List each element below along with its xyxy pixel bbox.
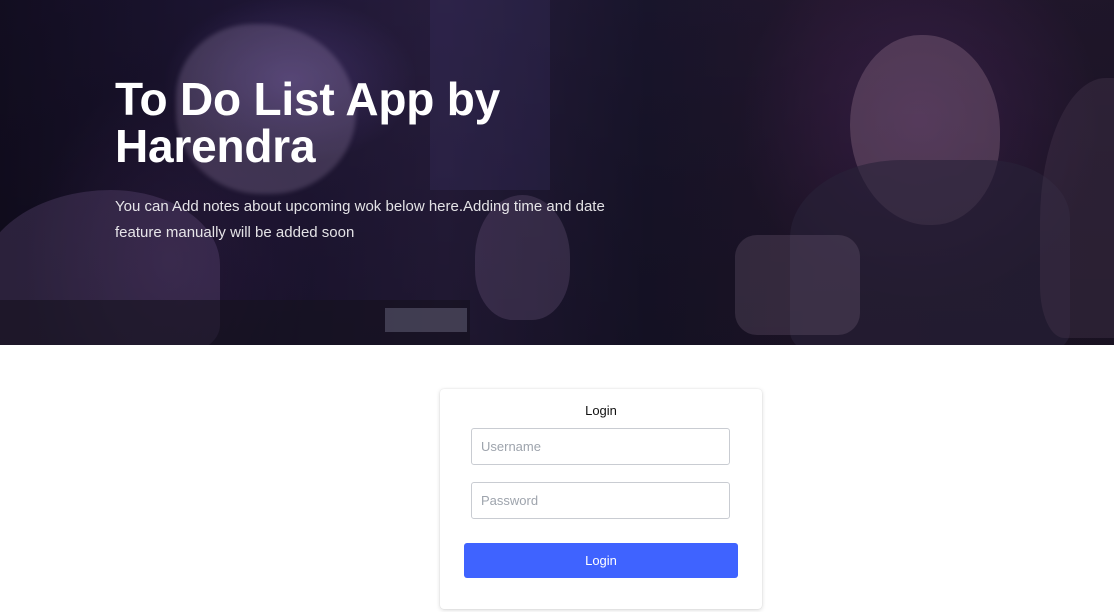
login-title: Login xyxy=(585,403,617,418)
login-button[interactable]: Login xyxy=(464,543,738,578)
username-input[interactable] xyxy=(471,428,730,465)
page-title: To Do List App by Harendra xyxy=(115,73,500,172)
hero-background-person-far-right xyxy=(1040,78,1114,338)
hero-background-person-right xyxy=(850,35,1000,225)
login-card: Login Login xyxy=(440,389,762,609)
hero-background-person-right-arm xyxy=(735,235,860,335)
password-input[interactable] xyxy=(471,482,730,519)
hero-banner: To Do List App by Harendra You can Add n… xyxy=(0,0,1114,345)
hero-subtitle: You can Add notes about upcoming wok bel… xyxy=(115,198,605,241)
hero-background-desk xyxy=(0,300,470,345)
hero-content: To Do List App by Harendra You can Add n… xyxy=(115,76,675,246)
hero-background-laptop xyxy=(385,308,467,332)
hero-background-person-right-body xyxy=(790,160,1070,345)
